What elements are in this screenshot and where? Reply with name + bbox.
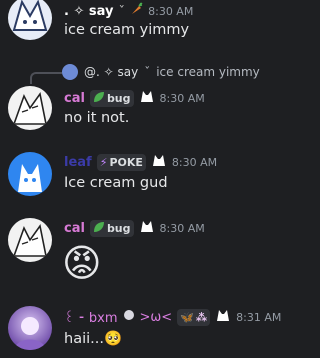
cat-icon [215, 308, 231, 326]
avatar[interactable] [8, 306, 52, 350]
message-content: no it not. [64, 110, 130, 126]
leaf-icon [93, 221, 105, 236]
avatar[interactable] [8, 86, 52, 130]
cat-icon [151, 153, 167, 171]
cat-icon [139, 219, 155, 237]
message-content: Ice cream gud [64, 175, 168, 191]
timestamp: 8:30 AM [148, 4, 194, 18]
butterfly-icon: 🦋 [180, 310, 194, 324]
reply-suffix: ˇ [144, 65, 151, 79]
timestamp: 8:30 AM [159, 221, 205, 235]
timestamp: 8:30 AM [159, 91, 205, 105]
avatar[interactable] [8, 152, 52, 196]
cat-icon [139, 89, 155, 107]
role-tag: ⚡ POKE [96, 153, 146, 171]
message-header: ꒰ ⁃ bxm >ω< 🦋 ⁂ 8:31 AM [64, 307, 281, 327]
lightning-icon: ⚡ [99, 155, 108, 169]
message-header: cal bug 8:30 AM [64, 88, 205, 108]
bubble-icon [123, 309, 135, 325]
role-tag: bug [89, 89, 134, 107]
reply-avatar [62, 64, 78, 80]
author-name[interactable]: cal [64, 91, 85, 106]
reply-content: ice cream yimmy [156, 65, 260, 79]
message-content: ice cream yimmy [64, 22, 190, 38]
author-name[interactable]: . ✧ say [64, 4, 113, 19]
sparkle-icon: ⁂ [195, 310, 208, 324]
timestamp: 8:31 AM [236, 310, 282, 324]
avatar[interactable] [8, 218, 52, 262]
leaf-icon [93, 91, 105, 106]
reply-author: @. ✧ say [84, 65, 139, 79]
author-name[interactable]: cal [64, 221, 85, 236]
reply-connector [30, 72, 62, 84]
emote-text: >ω< [139, 309, 173, 325]
role-tag: bug [89, 219, 134, 237]
message-header: . ✧ say ˇ 8:30 AM [64, 1, 193, 21]
author-name[interactable]: leaf [64, 155, 92, 170]
butterfly-tag: 🦋 ⁂ [177, 308, 211, 326]
angry-emoji: 😡 [62, 241, 102, 285]
message-header: leaf ⚡ POKE 8:30 AM [64, 152, 217, 172]
reply-preview[interactable]: @. ✧ say ˇ ice cream yimmy [62, 64, 260, 80]
message-header: cal bug 8:30 AM [64, 218, 205, 238]
carrot-icon: ˇ [118, 2, 143, 20]
message-content: haii...🥺 [64, 331, 123, 347]
timestamp: 8:30 AM [171, 155, 218, 169]
avatar[interactable] [8, 0, 52, 40]
author-name[interactable]: ꒰ ⁃ bxm [64, 309, 118, 326]
